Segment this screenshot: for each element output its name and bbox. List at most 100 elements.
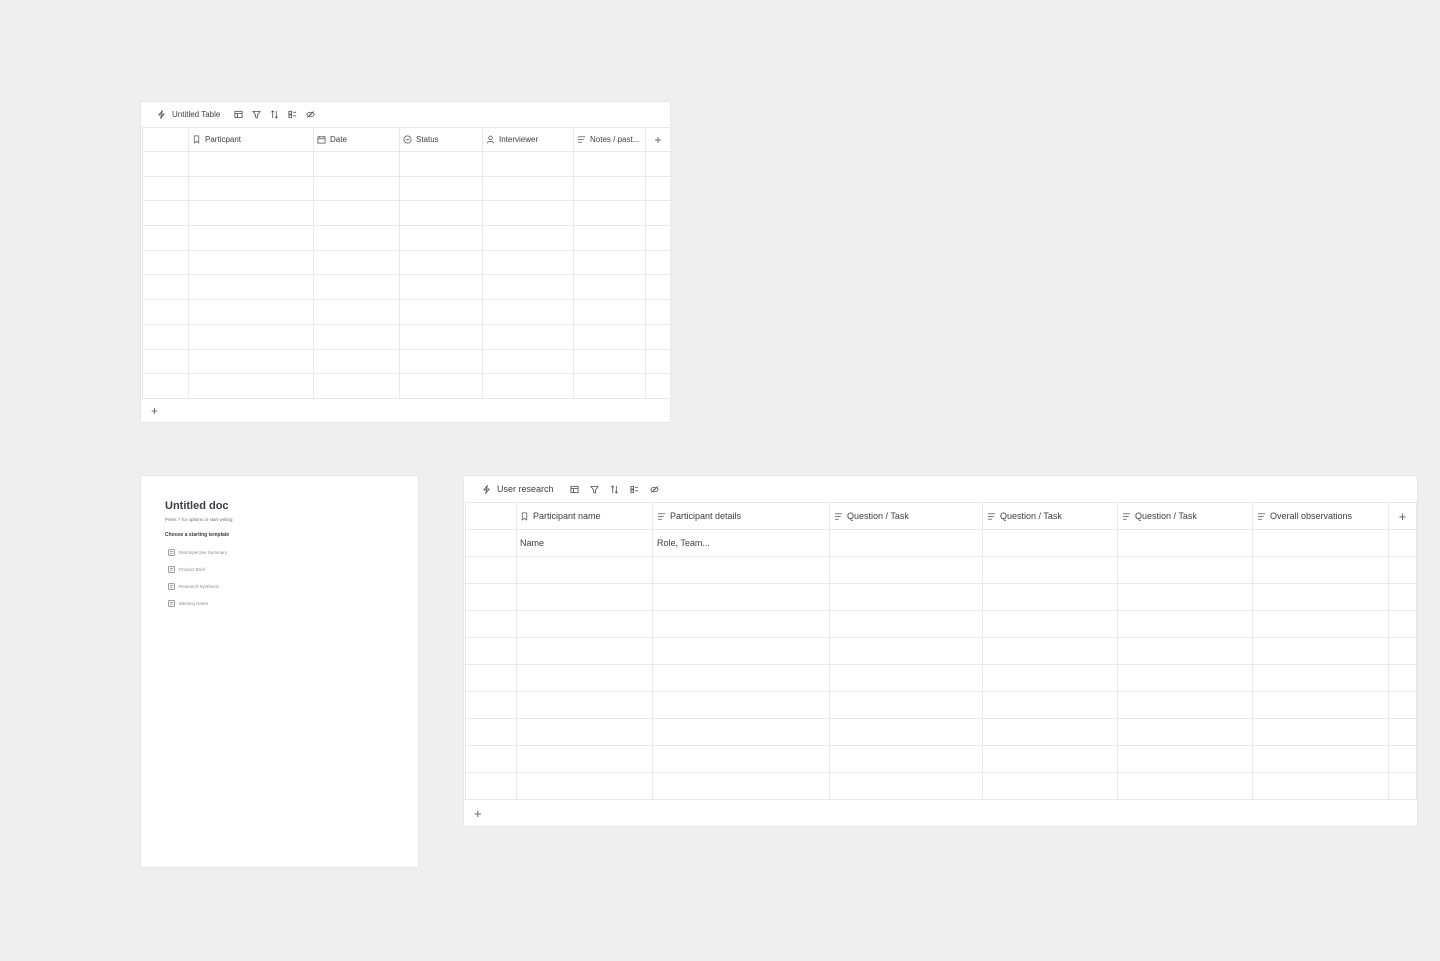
template-label: Research Synthesis xyxy=(179,584,220,589)
text-lines-icon xyxy=(1257,512,1266,521)
plus-icon: + xyxy=(1398,508,1407,524)
template-list: Retrospective Summary Product Brief Rese… xyxy=(168,544,418,612)
table-row[interactable] xyxy=(142,225,671,251)
column-header-question-task-3[interactable]: Question / Task xyxy=(1117,502,1253,530)
sort-icon[interactable] xyxy=(268,109,280,121)
template-label: Retrospective Summary xyxy=(179,550,228,555)
cell-participant-name[interactable]: Name xyxy=(516,529,653,557)
filter-icon[interactable] xyxy=(589,483,601,495)
text-lines-icon xyxy=(834,512,843,521)
row-number-header xyxy=(465,502,517,530)
cell[interactable] xyxy=(1252,529,1389,557)
table-title[interactable]: Untitled Table xyxy=(155,109,220,121)
table-row[interactable] xyxy=(465,664,1417,692)
table-row[interactable] xyxy=(465,610,1417,638)
data-table: Participant name Participant details Que… xyxy=(465,502,1417,800)
row-number-header xyxy=(142,127,189,152)
table-row[interactable] xyxy=(142,151,671,177)
table-row[interactable] xyxy=(142,274,671,301)
column-label: Question / Task xyxy=(1135,511,1197,521)
column-label: Notes / past... xyxy=(590,135,640,144)
table-row[interactable]: Name Role, Team... xyxy=(465,529,1417,557)
text-lines-icon xyxy=(987,512,996,521)
doc-card[interactable]: Untitled doc Press '/' for options or st… xyxy=(140,475,419,868)
table-title-label: Untitled Table xyxy=(172,110,221,119)
table-toolbar: Untitled Table xyxy=(141,102,670,127)
calendar-icon xyxy=(317,135,326,144)
group-icon[interactable] xyxy=(629,483,641,495)
filter-icon[interactable] xyxy=(250,109,262,121)
table-row[interactable] xyxy=(465,691,1417,719)
column-header-date[interactable]: Date xyxy=(313,127,400,152)
table-row[interactable] xyxy=(142,373,671,399)
hide-fields-icon[interactable] xyxy=(304,109,316,121)
column-header-particpant[interactable]: Particpant xyxy=(188,127,314,152)
column-header-overall-observations[interactable]: Overall observations xyxy=(1252,502,1389,530)
status-icon xyxy=(403,135,412,144)
template-item-product-brief[interactable]: Product Brief xyxy=(168,561,418,578)
add-row-button[interactable]: + xyxy=(141,399,670,423)
column-label: Participant details xyxy=(670,511,742,521)
table-card-untitled: Untitled Table Particpant Date Status In… xyxy=(140,101,671,423)
add-row-button[interactable]: + xyxy=(464,800,1417,826)
group-icon[interactable] xyxy=(286,109,298,121)
text-lines-icon xyxy=(577,135,586,144)
add-column-button[interactable]: + xyxy=(1388,502,1417,530)
template-item-retrospective-summary[interactable]: Retrospective Summary xyxy=(168,544,418,561)
table-body xyxy=(142,151,671,399)
table-row[interactable] xyxy=(142,323,671,350)
table-view-icon[interactable] xyxy=(569,483,581,495)
template-item-research-synthesis[interactable]: Research Synthesis xyxy=(168,578,418,595)
table-title-label: User research xyxy=(497,484,554,494)
table-row[interactable] xyxy=(465,556,1417,584)
bolt-icon xyxy=(480,483,492,495)
add-column-button[interactable]: + xyxy=(645,127,671,152)
header-row: Participant name Participant details Que… xyxy=(465,502,1417,530)
column-label: Question / Task xyxy=(847,511,909,521)
plus-icon: + xyxy=(151,403,159,418)
column-label: Status xyxy=(416,135,439,144)
bookmark-icon xyxy=(520,511,529,521)
bookmark-icon xyxy=(192,135,201,144)
person-icon xyxy=(486,135,495,144)
hide-fields-icon[interactable] xyxy=(649,483,661,495)
template-icon xyxy=(168,549,175,556)
table-row[interactable] xyxy=(142,299,671,325)
column-label: Participant name xyxy=(533,511,601,521)
cell[interactable] xyxy=(982,529,1118,557)
table-row[interactable] xyxy=(142,175,671,202)
template-label: Product Brief xyxy=(179,567,206,572)
column-header-participant-name[interactable]: Participant name xyxy=(516,502,653,530)
cell[interactable] xyxy=(1117,529,1253,557)
table-row[interactable] xyxy=(142,348,671,375)
plus-icon: + xyxy=(474,805,482,821)
column-header-participant-details[interactable]: Participant details xyxy=(652,502,830,530)
table-title[interactable]: User research xyxy=(480,483,554,495)
column-header-interviewer[interactable]: Interviewer xyxy=(482,127,574,152)
template-icon xyxy=(168,566,175,573)
table-row[interactable] xyxy=(465,637,1417,665)
text-lines-icon xyxy=(1122,512,1131,521)
table-row[interactable] xyxy=(465,718,1417,746)
table-row[interactable] xyxy=(465,583,1417,611)
bolt-icon xyxy=(155,109,167,121)
cell[interactable] xyxy=(829,529,983,557)
doc-title[interactable]: Untitled doc xyxy=(165,500,418,512)
table-row[interactable] xyxy=(465,745,1417,773)
cell-participant-details[interactable]: Role, Team... xyxy=(652,529,830,557)
table-card-user-research: User research Participant name Participa… xyxy=(463,475,1418,827)
template-icon xyxy=(168,600,175,607)
table-row[interactable] xyxy=(465,772,1417,800)
table-view-icon[interactable] xyxy=(232,109,244,121)
column-header-question-task-1[interactable]: Question / Task xyxy=(829,502,983,530)
table-row[interactable] xyxy=(142,249,671,276)
table-row[interactable] xyxy=(142,200,671,227)
column-header-notes[interactable]: Notes / past... xyxy=(573,127,646,152)
sort-icon[interactable] xyxy=(609,483,621,495)
column-label: Particpant xyxy=(205,135,242,144)
template-item-meeting-notes[interactable]: Meeting Notes xyxy=(168,595,418,612)
column-header-status[interactable]: Status xyxy=(399,127,483,152)
template-label: Meeting Notes xyxy=(179,601,209,606)
data-table: Particpant Date Status Interviewer Notes… xyxy=(142,127,671,399)
column-header-question-task-2[interactable]: Question / Task xyxy=(982,502,1118,530)
